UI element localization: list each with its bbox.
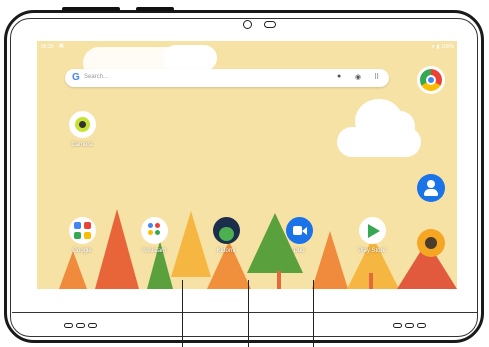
front-camera <box>243 20 252 29</box>
speaker-grille-right <box>393 323 429 329</box>
battery-icon: ▮ <box>436 44 440 50</box>
kidomi-icon <box>212 217 240 244</box>
home-screen: 06:25 ▣ ▾ ▮ 100% G Search... ● ◉ ⠿ Camer… <box>37 41 457 289</box>
power-button <box>136 7 174 11</box>
tree-trunk <box>369 273 373 289</box>
settings-gear-icon[interactable] <box>417 229 445 257</box>
app-label: Camera <box>71 142 93 148</box>
chrome-icon[interactable] <box>417 66 445 94</box>
callout-line-home <box>248 280 249 347</box>
tree-trunk <box>277 271 281 289</box>
tree <box>171 211 211 277</box>
wifi-icon: ▾ <box>431 44 435 50</box>
contacts-icon[interactable] <box>417 174 445 202</box>
search-bar[interactable]: G Search... ● ◉ ⠿ <box>65 69 389 87</box>
app-duo[interactable]: Duo <box>279 217 319 254</box>
volume-button <box>62 7 120 11</box>
app-label: Duo <box>293 248 305 254</box>
lens-icon[interactable]: ◉ <box>355 73 361 81</box>
google-logo-icon: G <box>72 72 80 83</box>
app-label: Assistant <box>141 248 167 254</box>
play-store-icon <box>358 217 386 244</box>
google-apps-folder-icon <box>68 217 96 244</box>
app-label: Kidomi <box>216 248 236 254</box>
status-time: 06:25 <box>41 44 54 50</box>
notification-icon: ▣ <box>59 43 64 49</box>
app-assistant[interactable]: Assistant <box>134 217 174 254</box>
search-placeholder: Search... <box>84 74 109 80</box>
tree <box>59 251 87 289</box>
app-play-store[interactable]: Play Store <box>352 217 392 254</box>
cloud <box>385 111 415 141</box>
bezel-line <box>12 312 478 313</box>
video-camera-icon <box>285 217 313 244</box>
callout-line-back <box>182 280 183 347</box>
status-bar: 06:25 ▣ ▾ ▮ 100% <box>37 41 457 53</box>
assistant-icon <box>140 217 168 244</box>
camera-icon <box>68 111 96 138</box>
callout-line-recents <box>313 280 314 347</box>
app-label: Google <box>72 248 92 254</box>
light-sensor <box>264 21 276 28</box>
app-kidomi[interactable]: Kidomi <box>206 217 246 254</box>
speaker-grille-left <box>64 323 100 329</box>
battery-level: 100% <box>441 44 454 50</box>
app-camera[interactable]: Camera <box>62 111 102 148</box>
mic-icon[interactable]: ● <box>337 73 341 80</box>
app-google[interactable]: Google <box>62 217 102 254</box>
status-icons: ▾ ▮ 100% <box>432 44 454 50</box>
app-label: Play Store <box>358 248 386 254</box>
apps-grid-icon[interactable]: ⠿ <box>374 73 379 81</box>
